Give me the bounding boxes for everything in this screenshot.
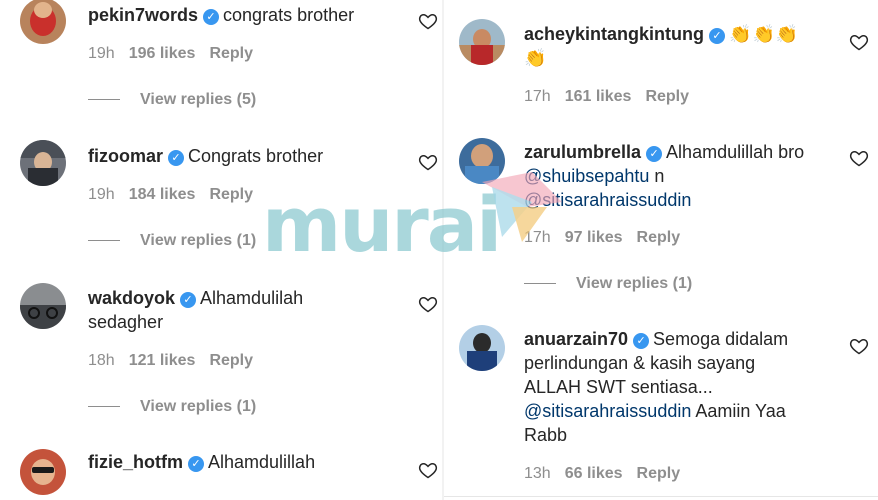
left-comments-column: pekin7words ✓ congrats brother 19h 196 like…	[0, 0, 444, 500]
comment-username[interactable]: acheykintangkintung	[524, 24, 704, 44]
comment-likes[interactable]: 121 likes	[129, 352, 196, 369]
comment-body: zarulumbrella ✓ Alhamdulillah bro @shuibse…	[524, 140, 804, 212]
heart-icon[interactable]	[418, 11, 438, 31]
verified-badge-icon: ✓	[646, 146, 663, 162]
comment-username[interactable]: pekin7words	[88, 5, 198, 25]
avatar[interactable]	[459, 325, 505, 371]
comment-meta: 13h 66 likes Reply	[524, 465, 694, 483]
view-replies-label: View replies (1)	[576, 275, 693, 292]
replies-line	[88, 99, 120, 101]
comment-text-line5: Rabb	[524, 425, 568, 445]
comment-username[interactable]: wakdoyok	[88, 288, 175, 308]
comment-meta: 17h 97 likes Reply	[524, 229, 694, 247]
comment-likes[interactable]: 196 likes	[129, 45, 196, 62]
comment-time: 18h	[88, 352, 115, 369]
clapping-hands-icon: 👏	[524, 48, 548, 68]
heart-icon[interactable]	[849, 148, 869, 168]
comment-meta: 17h 161 likes Reply	[524, 88, 703, 106]
mention-link[interactable]: @shuibsepahtu	[524, 166, 649, 186]
avatar[interactable]	[20, 449, 66, 495]
replies-line	[88, 406, 120, 408]
view-replies-button[interactable]: View replies (1)	[88, 398, 256, 416]
comment-text: congrats brother	[223, 5, 355, 25]
comment-likes[interactable]: 66 likes	[565, 465, 623, 482]
reply-button[interactable]: Reply	[637, 229, 681, 246]
avatar[interactable]	[459, 138, 505, 184]
comment-time: 19h	[88, 45, 115, 62]
mention-link[interactable]: @sitisarahraissuddin	[524, 401, 691, 421]
heart-icon[interactable]	[849, 336, 869, 356]
reply-button[interactable]: Reply	[645, 88, 689, 105]
comment-body: anuarzain70 ✓ Semoga didalam perlindungan …	[524, 327, 788, 447]
clapping-hands-icon: 👏👏👏	[729, 24, 800, 44]
comment-text: Congrats brother	[188, 146, 324, 166]
comment-text-continued: n	[654, 166, 665, 186]
comment-text-line4: Aamiin Yaa	[695, 401, 786, 421]
avatar[interactable]	[459, 19, 505, 65]
comment-time: 13h	[524, 465, 551, 482]
comment-username[interactable]: anuarzain70	[524, 329, 628, 349]
comment-text-line1: Alhamdulilah	[200, 288, 304, 308]
reply-button[interactable]: Reply	[209, 186, 253, 203]
verified-badge-icon: ✓	[709, 28, 726, 44]
view-replies-label: View replies (1)	[140, 232, 257, 249]
avatar[interactable]	[20, 0, 66, 44]
comment-time: 19h	[88, 186, 115, 203]
view-replies-label: View replies (5)	[140, 91, 257, 108]
replies-line	[88, 240, 120, 242]
comment-likes[interactable]: 161 likes	[565, 88, 632, 105]
avatar[interactable]	[20, 140, 66, 186]
reply-button[interactable]: Reply	[209, 45, 253, 62]
verified-badge-icon: ✓	[168, 150, 185, 166]
view-replies-button[interactable]: View replies (1)	[524, 275, 692, 293]
comment-username[interactable]: zarulumbrella	[524, 142, 641, 162]
view-replies-label: View replies (1)	[140, 398, 257, 415]
bottom-divider	[444, 496, 878, 497]
comment-username[interactable]: fizoomar	[88, 146, 163, 166]
verified-badge-icon: ✓	[180, 292, 197, 308]
comment-text-line3: ALLAH SWT sentiasa...	[524, 377, 713, 397]
reply-button[interactable]: Reply	[637, 465, 681, 482]
comment-text: Alhamdulillah	[208, 452, 316, 472]
comment-meta: 18h 121 likes Reply	[88, 352, 267, 370]
right-comments-column: acheykintangkintung ✓ 👏👏👏 👏 17h 161 likes Re…	[444, 0, 878, 500]
reply-button[interactable]: Reply	[209, 352, 253, 369]
heart-icon[interactable]	[418, 152, 438, 172]
comment-likes[interactable]: 184 likes	[129, 186, 196, 203]
comment-username[interactable]: fizie_hotfm	[88, 452, 183, 472]
comment-body: fizoomar ✓ Congrats brother	[88, 144, 323, 168]
avatar[interactable]	[20, 283, 66, 329]
comment-text: Alhamdulillah bro	[666, 142, 805, 162]
comment-meta: 19h 184 likes Reply	[88, 186, 267, 204]
comment-body: fizie_hotfm ✓ Alhamdulillah	[88, 450, 315, 474]
comment-time: 17h	[524, 88, 551, 105]
comment-meta: 19h 196 likes Reply	[88, 45, 267, 63]
comment-text-line2: sedagher	[88, 312, 164, 332]
verified-badge-icon: ✓	[188, 456, 205, 472]
comment-text-line2: perlindungan & kasih sayang	[524, 353, 756, 373]
comment-body: pekin7words ✓ congrats brother	[88, 3, 354, 27]
heart-icon[interactable]	[849, 32, 869, 52]
comment-body: wakdoyok ✓ Alhamdulilah sedagher	[88, 286, 303, 334]
view-replies-button[interactable]: View replies (5)	[88, 91, 256, 109]
comment-likes[interactable]: 97 likes	[565, 229, 623, 246]
replies-line	[524, 283, 556, 285]
verified-badge-icon: ✓	[203, 9, 220, 25]
view-replies-button[interactable]: View replies (1)	[88, 232, 256, 250]
comment-text-line1: Semoga didalam	[653, 329, 789, 349]
comment-time: 17h	[524, 229, 551, 246]
heart-icon[interactable]	[418, 460, 438, 480]
heart-icon[interactable]	[418, 294, 438, 314]
verified-badge-icon: ✓	[633, 333, 650, 349]
comment-body: acheykintangkintung ✓ 👏👏👏 👏	[524, 22, 799, 70]
mention-link[interactable]: @sitisarahraissuddin	[524, 190, 691, 210]
